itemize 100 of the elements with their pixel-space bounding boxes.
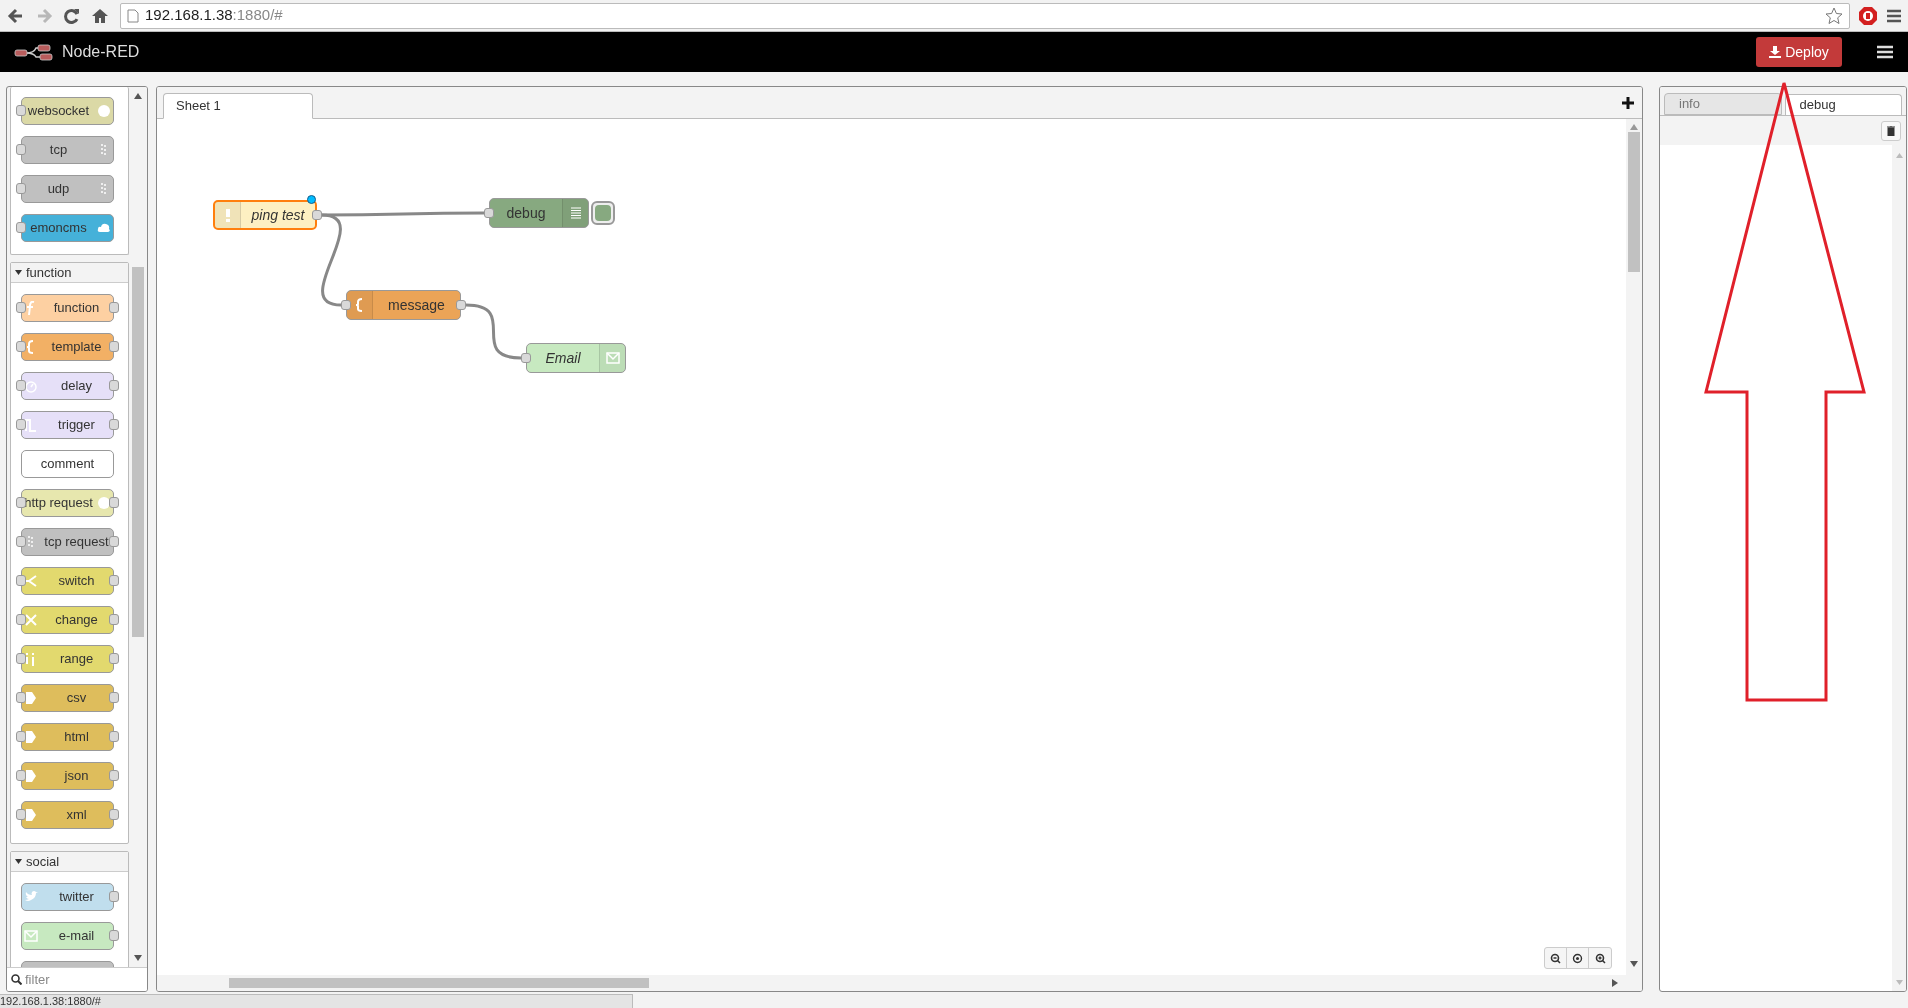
- palette-node[interactable]: csv: [21, 684, 114, 712]
- sidebar-tab[interactable]: debug: [1784, 94, 1902, 116]
- filter-box[interactable]: filter: [7, 967, 147, 991]
- port[interactable]: [109, 770, 119, 781]
- arrow-icon: [24, 691, 38, 705]
- palette-node[interactable]: websocket: [21, 97, 114, 125]
- port[interactable]: [16, 497, 26, 508]
- star-icon[interactable]: [1825, 6, 1843, 25]
- palette-node[interactable]: udp: [21, 175, 114, 203]
- port[interactable]: [16, 692, 26, 703]
- clear-button[interactable]: [1881, 120, 1901, 141]
- port[interactable]: [109, 653, 119, 664]
- filter-field[interactable]: filter: [25, 969, 143, 990]
- port[interactable]: [484, 208, 494, 218]
- flow-node[interactable]: Email: [526, 343, 626, 373]
- port[interactable]: [109, 302, 119, 313]
- port[interactable]: [16, 614, 26, 625]
- category-header[interactable]: function: [11, 263, 128, 283]
- palette-node[interactable]: template: [21, 333, 114, 361]
- port[interactable]: [16, 419, 26, 430]
- palette-node[interactable]: tcp request: [21, 528, 114, 556]
- palette-node[interactable]: trigger: [21, 411, 114, 439]
- port[interactable]: [109, 497, 119, 508]
- palette-node[interactable]: twitter: [21, 883, 114, 911]
- arrow-icon: [24, 769, 38, 783]
- palette-node[interactable]: html: [21, 723, 114, 751]
- port[interactable]: [109, 731, 119, 742]
- port[interactable]: [521, 353, 531, 363]
- arrow-icon: [24, 730, 38, 744]
- flow-node[interactable]: debug: [489, 198, 589, 228]
- sidebar-tab[interactable]: info: [1664, 93, 1782, 115]
- globe-icon: [97, 496, 111, 510]
- port[interactable]: [16, 536, 26, 547]
- deploy-button[interactable]: Deploy: [1756, 37, 1842, 67]
- flow-node[interactable]: message: [346, 290, 461, 320]
- download-icon: [1769, 46, 1782, 58]
- port[interactable]: [109, 341, 119, 352]
- envelope-icon: [24, 929, 38, 943]
- port[interactable]: [109, 614, 119, 625]
- scroll-right-icon[interactable]: [1612, 979, 1618, 987]
- trash-icon: [1887, 125, 1895, 136]
- port[interactable]: [16, 575, 26, 586]
- port[interactable]: [109, 536, 119, 547]
- port[interactable]: [16, 731, 26, 742]
- port[interactable]: [109, 930, 119, 941]
- stop-sign-icon[interactable]: [1858, 5, 1878, 26]
- scroll-down-icon[interactable]: [134, 955, 142, 961]
- scroll-up-icon[interactable]: [134, 93, 142, 99]
- port[interactable]: [16, 770, 26, 781]
- menu-icon[interactable]: [1876, 44, 1894, 60]
- port[interactable]: [109, 809, 119, 820]
- flow-node[interactable]: ping test: [213, 200, 317, 230]
- palette-node[interactable]: e-mail: [21, 922, 114, 950]
- palette-node[interactable]: function: [21, 294, 114, 322]
- palette-node[interactable]: switch: [21, 567, 114, 595]
- scroll-down-icon[interactable]: [1630, 961, 1638, 967]
- bird-icon: [24, 890, 38, 904]
- pulse-icon: [24, 418, 38, 432]
- palette-node[interactable]: json: [21, 762, 114, 790]
- palette-node[interactable]: emoncms: [21, 214, 114, 242]
- toggle-button[interactable]: [591, 201, 615, 225]
- add-tab-icon[interactable]: [1622, 96, 1634, 109]
- palette-node[interactable]: tcp: [21, 136, 114, 164]
- port[interactable]: [109, 692, 119, 703]
- palette-node[interactable]: change: [21, 606, 114, 634]
- port[interactable]: [16, 380, 26, 391]
- port[interactable]: [16, 144, 26, 155]
- port[interactable]: [109, 380, 119, 391]
- timer-icon: [24, 379, 38, 393]
- port[interactable]: [16, 183, 26, 194]
- address-bar[interactable]: 192.168.1.38:1880/#: [120, 2, 1850, 29]
- wire: [464, 303, 523, 360]
- palette-node[interactable]: delay: [21, 372, 114, 400]
- sheet-tab[interactable]: Sheet 1: [163, 93, 313, 119]
- port[interactable]: [109, 891, 119, 902]
- palette-node[interactable]: xml: [21, 801, 114, 829]
- port[interactable]: [16, 105, 26, 116]
- scrollbar-thumb[interactable]: [132, 267, 144, 637]
- port[interactable]: [312, 210, 322, 220]
- port[interactable]: [16, 653, 26, 664]
- url-text: 192.168.1.38:1880/#: [145, 5, 283, 26]
- menu-icon[interactable]: [1886, 7, 1902, 24]
- port[interactable]: [16, 809, 26, 820]
- port[interactable]: [341, 300, 351, 310]
- status-url: 192.168.1.38:1880/#: [0, 994, 101, 1008]
- zoom-in-icon: [1594, 952, 1606, 964]
- port[interactable]: [109, 419, 119, 430]
- zoom-out-icon: [1550, 952, 1561, 964]
- port[interactable]: [456, 300, 466, 310]
- palette-node[interactable]: range: [21, 645, 114, 673]
- scrollbar-thumb[interactable]: [1628, 132, 1640, 272]
- port[interactable]: [16, 222, 26, 233]
- port[interactable]: [109, 575, 119, 586]
- port[interactable]: [16, 341, 26, 352]
- cloud-icon: [97, 221, 111, 235]
- palette-node[interactable]: comment: [21, 450, 114, 478]
- scrollbar-thumb[interactable]: [229, 978, 649, 988]
- port[interactable]: [16, 302, 26, 313]
- category-header[interactable]: social: [11, 852, 128, 872]
- search-icon: [11, 974, 22, 985]
